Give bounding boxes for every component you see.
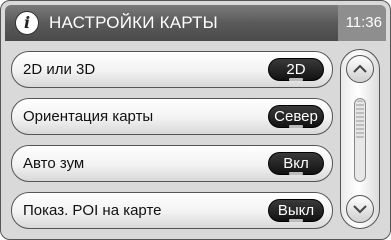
scroll-down-button[interactable]: [346, 195, 374, 223]
setting-label: 2D или 3D: [23, 61, 96, 78]
clock-time: 11:36: [345, 14, 382, 31]
map-settings-screen: i НАСТРОЙКИ КАРТЫ 11:36 2D или 3D 2D Ори…: [0, 0, 391, 240]
toggle-indicator: [289, 125, 303, 128]
toggle-indicator: [289, 172, 303, 175]
info-icon[interactable]: i: [15, 11, 39, 35]
header-bar: i НАСТРОЙКИ КАРТЫ 11:36: [5, 5, 386, 41]
setting-label: Авто зум: [23, 155, 85, 172]
setting-row-map-orientation[interactable]: Ориентация карты Север: [11, 98, 333, 135]
chevron-down-icon: [353, 205, 367, 214]
toggle-indicator: [289, 78, 303, 81]
setting-value-toggle[interactable]: 2D: [268, 58, 324, 81]
scroll-up-button[interactable]: [346, 55, 374, 83]
setting-row-auto-zoom[interactable]: Авто зум Вкл: [11, 145, 333, 182]
setting-row-view-mode[interactable]: 2D или 3D 2D: [11, 51, 333, 88]
setting-label: Ориентация карты: [23, 108, 154, 125]
page-title: НАСТРОЙКИ КАРТЫ: [49, 13, 218, 32]
toggle-indicator: [289, 219, 303, 222]
setting-value-toggle[interactable]: Вкл: [268, 152, 324, 175]
setting-label: Показ. POI на карте: [23, 202, 162, 219]
chevron-up-icon: [353, 64, 367, 73]
setting-value-toggle[interactable]: Выкл: [268, 199, 324, 222]
scroll-thumb[interactable]: [356, 100, 364, 140]
setting-value-toggle[interactable]: Север: [268, 105, 324, 128]
scrollbar[interactable]: [340, 49, 380, 229]
setting-row-show-poi[interactable]: Показ. POI на карте Выкл: [11, 192, 333, 229]
clock-area: 11:36: [338, 5, 386, 41]
scroll-track[interactable]: [354, 98, 366, 182]
